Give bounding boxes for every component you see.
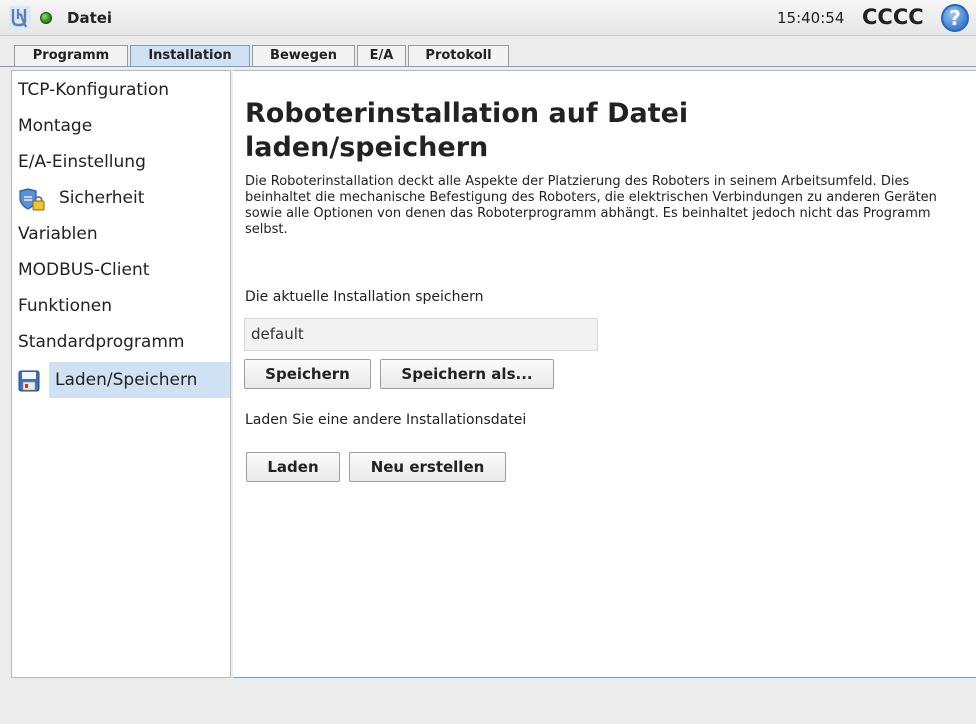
floppy-disk-icon bbox=[18, 370, 40, 392]
sidebar-item-tcp-konfiguration[interactable]: TCP-Konfiguration bbox=[18, 72, 169, 108]
save-as-button[interactable]: Speichern als... bbox=[380, 359, 554, 389]
sidebar-item-modbus-client[interactable]: MODBUS-Client bbox=[18, 252, 149, 288]
tab-bewegen[interactable]: Bewegen bbox=[252, 45, 355, 67]
sidebar-item-label: Standardprogramm bbox=[18, 332, 185, 352]
installation-description: Die Roboterinstallation deckt alle Aspek… bbox=[245, 174, 937, 237]
tab-divider bbox=[0, 66, 976, 67]
page-title: Roboterinstallation auf Datei laden/spei… bbox=[245, 98, 689, 163]
sidebar-item-label: Sicherheit bbox=[59, 188, 145, 208]
new-installation-button[interactable]: Neu erstellen bbox=[349, 452, 506, 482]
main-tabs: Programm Installation Bewegen E/A Protok… bbox=[0, 45, 976, 67]
sidebar-item-montage[interactable]: Montage bbox=[18, 108, 92, 144]
help-icon[interactable]: ? bbox=[941, 4, 969, 32]
file-menu[interactable]: Datei bbox=[67, 9, 112, 27]
sidebar-item-standardprogramm[interactable]: Standardprogramm bbox=[18, 324, 184, 360]
sidebar-item-label: Laden/Speichern bbox=[55, 370, 198, 390]
sidebar-item-label: MODBUS-Client bbox=[18, 260, 150, 280]
sidebar-item-label: Montage bbox=[18, 116, 93, 136]
robot-name: CCCC bbox=[862, 5, 924, 29]
sidebar-item-ea-einstellung[interactable]: E/A-Einstellung bbox=[18, 144, 146, 180]
tab-ea[interactable]: E/A bbox=[357, 45, 406, 67]
footer-bar bbox=[0, 679, 976, 724]
save-section-label: Die aktuelle Installation speichern bbox=[245, 289, 484, 305]
main-panel: Roboterinstallation auf Datei laden/spei… bbox=[233, 70, 976, 678]
clock: 15:40:54 bbox=[777, 9, 845, 27]
robot-status-icon bbox=[40, 12, 52, 24]
ur-logo-icon bbox=[9, 6, 31, 30]
sidebar-item-label: TCP-Konfiguration bbox=[18, 80, 169, 100]
sidebar-item-sicherheit[interactable]: Sicherheit bbox=[18, 180, 230, 216]
sidebar-item-label: E/A-Einstellung bbox=[18, 152, 146, 172]
sidebar-item-label: Funktionen bbox=[18, 296, 113, 316]
installation-sidebar: TCP-Konfiguration Montage E/A-Einstellun… bbox=[11, 70, 231, 678]
installation-name-field[interactable]: default bbox=[244, 318, 598, 351]
sidebar-item-variablen[interactable]: Variablen bbox=[18, 216, 98, 252]
sidebar-item-label: Variablen bbox=[18, 224, 98, 244]
top-bar: Datei 15:40:54 CCCC ? bbox=[0, 0, 976, 36]
sidebar-item-laden-speichern[interactable]: Laden/Speichern bbox=[18, 362, 230, 398]
tab-protokoll[interactable]: Protokoll bbox=[408, 45, 509, 67]
save-button[interactable]: Speichern bbox=[244, 359, 371, 389]
load-button[interactable]: Laden bbox=[246, 452, 340, 482]
sidebar-item-funktionen[interactable]: Funktionen bbox=[18, 288, 112, 324]
shield-lock-icon bbox=[19, 188, 45, 211]
tab-installation[interactable]: Installation bbox=[130, 45, 250, 67]
load-section-label: Laden Sie eine andere Installationsdatei bbox=[245, 412, 527, 428]
tab-programm[interactable]: Programm bbox=[14, 45, 128, 67]
